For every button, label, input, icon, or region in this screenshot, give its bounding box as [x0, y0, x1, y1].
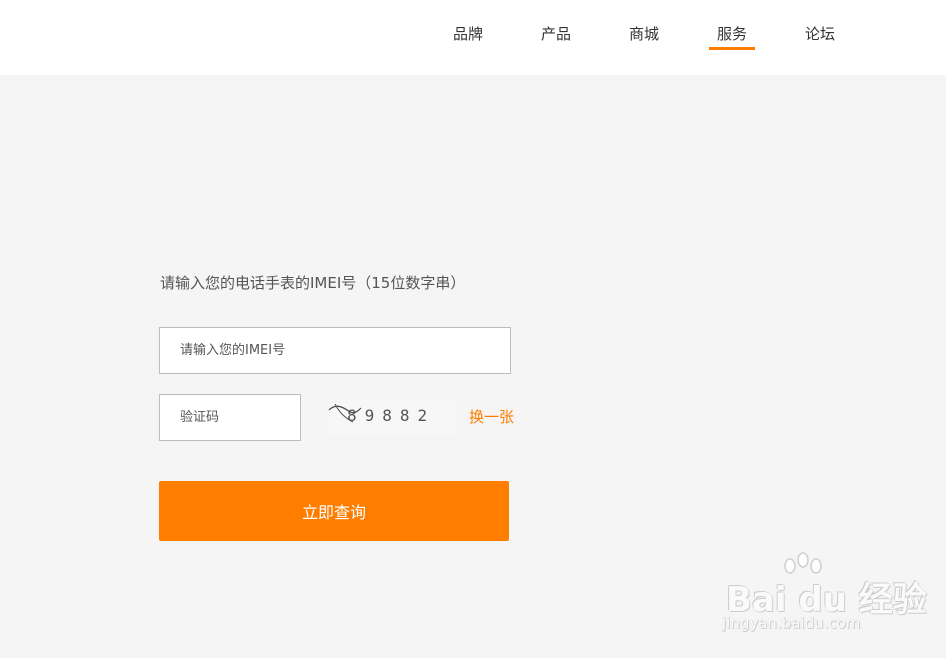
- nav-item-forum[interactable]: 论坛: [805, 22, 835, 46]
- captcha-text: 89882: [347, 406, 436, 425]
- nav-item-brand[interactable]: 品牌: [453, 22, 483, 46]
- baidu-jingyan-watermark: Bai du 经验 jingyan.baidu.com: [722, 552, 927, 642]
- imei-prompt: 请输入您的电话手表的IMEI号（15位数字串）: [160, 274, 466, 292]
- watermark-url: jingyan.baidu.com: [722, 614, 861, 632]
- nav-item-store[interactable]: 商城: [629, 22, 659, 46]
- top-header: 品牌 产品 商城 服务 论坛: [0, 0, 946, 75]
- refresh-captcha-link[interactable]: 换一张: [469, 406, 514, 427]
- nav-item-service[interactable]: 服务: [708, 22, 756, 50]
- nav-item-products[interactable]: 产品: [541, 22, 571, 46]
- imei-input[interactable]: [159, 327, 511, 374]
- query-button[interactable]: 立即查询: [159, 481, 509, 541]
- captcha-image[interactable]: 89882: [327, 400, 455, 434]
- captcha-input[interactable]: [159, 394, 301, 441]
